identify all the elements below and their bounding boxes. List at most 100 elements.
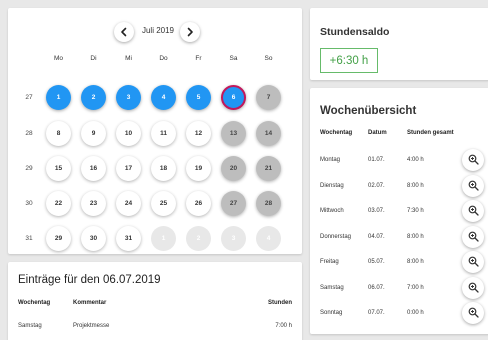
entry-weekday: Samstag xyxy=(18,323,42,329)
balance-value: +6:30 h xyxy=(320,48,378,73)
week-row-weekday: Dienstag xyxy=(320,182,344,189)
entries-header-weekday: Wochentag xyxy=(18,300,51,306)
calendar-day[interactable]: 28 xyxy=(256,191,281,216)
day-details-button[interactable] xyxy=(462,200,484,222)
calendar-day[interactable]: 19 xyxy=(186,156,211,181)
week-row-weekday: Freitag xyxy=(320,259,339,265)
week-header-weekday: Wochentag xyxy=(320,130,353,136)
calendar-day[interactable]: 8 xyxy=(46,121,71,146)
day-details-button[interactable] xyxy=(462,251,484,273)
calendar-day[interactable]: 30 xyxy=(81,226,106,251)
calendar-day[interactable]: 29 xyxy=(46,226,71,251)
calendar-day[interactable]: 17 xyxy=(116,156,141,181)
calendar-day[interactable]: 1 xyxy=(151,226,176,251)
day-details-button[interactable] xyxy=(462,225,484,248)
calendar-day[interactable]: 9 xyxy=(81,121,106,146)
week-number: 31 xyxy=(25,234,33,242)
week-row-hours: 0:00 h xyxy=(407,310,424,316)
calendar-day[interactable]: 3 xyxy=(221,226,246,251)
calendar-day[interactable]: 2 xyxy=(186,226,211,251)
weekday-header: Mi xyxy=(125,55,132,62)
calendar-day[interactable]: 4 xyxy=(151,85,176,110)
week-header-hours: Stunden gesamt xyxy=(407,130,454,136)
weekday-header: So xyxy=(264,55,273,62)
week-row-date: 05.07. xyxy=(368,259,385,265)
calendar-day[interactable]: 13 xyxy=(221,121,246,146)
calendar-day[interactable]: 25 xyxy=(151,191,176,216)
next-month-button[interactable] xyxy=(180,22,200,42)
calendar-day[interactable]: 27 xyxy=(221,191,246,216)
entries-header-hours: Stunden xyxy=(268,300,292,306)
week-row-date: 04.07. xyxy=(368,233,385,240)
week-row-date: 06.07. xyxy=(368,284,385,291)
calendar-day[interactable]: 7 xyxy=(256,85,281,110)
week-overview-card: Wochenübersicht Wochentag Datum Stunden … xyxy=(310,88,488,334)
entry-comment: Projektmesse xyxy=(73,323,110,329)
calendar-day[interactable]: 4 xyxy=(256,226,281,251)
day-details-button[interactable] xyxy=(462,149,484,171)
entries-card: Einträge für den 06.07.2019 Wochentag Ko… xyxy=(8,262,302,340)
entry-hours: 7:00 h xyxy=(275,323,292,329)
month-navigation: Juli 2019 xyxy=(8,21,302,43)
calendar-day[interactable]: 10 xyxy=(116,121,141,146)
calendar-day[interactable]: 6 xyxy=(221,85,246,110)
week-row-weekday: Montag xyxy=(320,157,341,163)
week-row-hours: 7:00 h xyxy=(407,284,424,291)
previous-month-button[interactable] xyxy=(114,22,134,42)
calendar-day[interactable]: 11 xyxy=(151,121,176,146)
week-row-hours: 8:00 h xyxy=(407,259,424,265)
weekday-header: Mo xyxy=(53,55,64,62)
weekday-header: Di xyxy=(90,55,97,62)
week-row-date: 01.07. xyxy=(368,157,385,163)
calendar-day[interactable]: 14 xyxy=(256,121,281,146)
day-details-button[interactable] xyxy=(462,302,484,324)
calendar-day[interactable]: 15 xyxy=(46,156,71,181)
weekday-header: Fr xyxy=(195,55,202,62)
calendar-day[interactable]: 24 xyxy=(116,191,141,216)
day-details-button[interactable] xyxy=(462,174,484,197)
calendar-day[interactable]: 2 xyxy=(81,85,106,110)
week-overview-title: Wochenübersicht xyxy=(320,105,417,117)
zoom-in-icon xyxy=(468,154,479,165)
zoom-in-icon xyxy=(468,307,479,318)
week-row-weekday: Sonntag xyxy=(320,310,343,316)
week-row-weekday: Donnerstag xyxy=(320,233,352,240)
calendar-day[interactable]: 5 xyxy=(186,85,211,110)
month-label: Juli 2019 xyxy=(141,26,175,35)
week-number: 27 xyxy=(25,93,33,101)
week-row-hours: 8:00 h xyxy=(407,182,424,189)
calendar-day[interactable]: 26 xyxy=(186,191,211,216)
zoom-in-icon xyxy=(468,231,479,242)
week-row-hours: 7:30 h xyxy=(407,208,424,214)
week-number: 29 xyxy=(25,164,33,172)
entries-header-comment: Kommentar xyxy=(73,300,107,306)
week-row-weekday: Mittwoch xyxy=(320,208,344,214)
calendar-day[interactable]: 20 xyxy=(221,156,246,181)
calendar-day[interactable]: 22 xyxy=(46,191,71,216)
calendar-day[interactable]: 23 xyxy=(81,191,106,216)
calendar-day[interactable]: 12 xyxy=(186,121,211,146)
calendar-day[interactable]: 18 xyxy=(151,156,176,181)
week-row-date: 02.07. xyxy=(368,182,385,189)
chevron-left-icon xyxy=(121,27,127,37)
week-row-date: 03.07. xyxy=(368,208,385,214)
chevron-right-icon xyxy=(187,27,193,37)
calendar-day[interactable]: 3 xyxy=(116,85,141,110)
calendar-day[interactable]: 16 xyxy=(81,156,106,181)
week-row-date: 07.07. xyxy=(368,310,385,316)
calendar-day[interactable]: 31 xyxy=(116,226,141,251)
week-header-date: Datum xyxy=(368,130,387,136)
calendar-day[interactable]: 21 xyxy=(256,156,281,181)
zoom-in-icon xyxy=(468,205,479,216)
zoom-in-icon xyxy=(468,256,479,267)
entries-title: Einträge für den 06.07.2019 xyxy=(18,274,161,286)
balance-card: Stundensaldo +6:30 h xyxy=(310,8,488,80)
week-number: 30 xyxy=(25,199,33,207)
day-details-button[interactable] xyxy=(462,276,484,299)
week-row-hours: 8:00 h xyxy=(407,233,424,240)
zoom-in-icon xyxy=(468,282,479,293)
weekday-header: Do xyxy=(159,55,168,62)
calendar-card: Juli 2019 Mo Di Mi Do Fr Sa So 27 1 2 3 4 5 6 7 28 8 9 10 1… xyxy=(8,8,302,254)
week-row-weekday: Samstag xyxy=(320,284,344,291)
calendar-day[interactable]: 1 xyxy=(46,85,71,110)
